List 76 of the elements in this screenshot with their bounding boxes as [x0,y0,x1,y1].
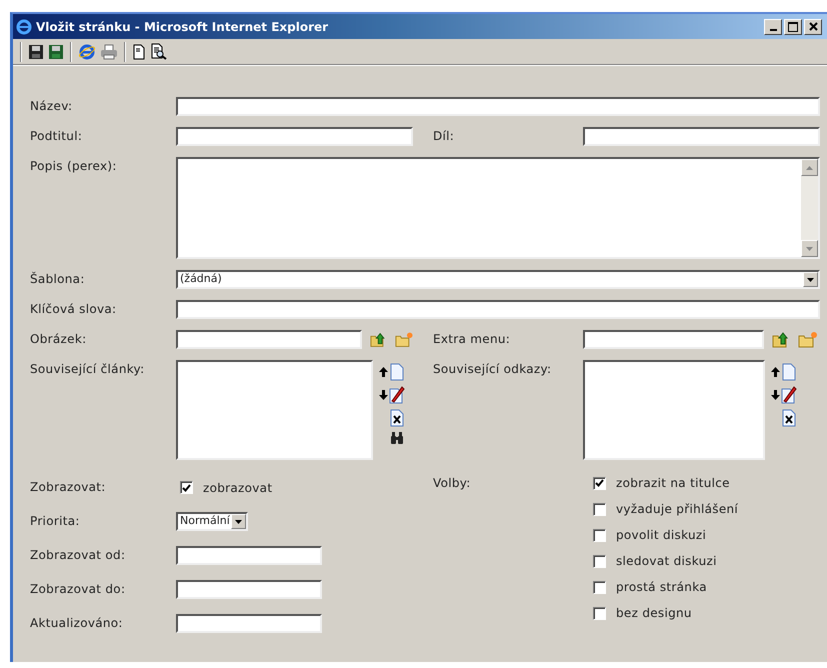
printer-icon[interactable] [100,44,118,60]
checkbox-label: zobrazovat [203,480,272,496]
checkbox[interactable] [593,476,606,490]
field-label: Aktualizováno: [30,615,124,632]
browser-logo-icon [16,18,32,34]
field-label: Volby: [433,475,472,492]
list-box[interactable] [176,360,373,460]
page-icon[interactable] [132,44,146,60]
text-field[interactable] [176,97,820,116]
checkbox-label: bez designu [616,605,692,622]
binoculars-icon[interactable] [390,432,404,444]
text-field[interactable] [176,546,322,565]
down-triangle-icon [235,520,242,524]
field-label: Díl: [433,128,456,145]
minimize-icon [770,28,776,30]
text-field[interactable] [176,330,362,349]
folder-up-icon[interactable] [370,330,387,348]
field-label: Název: [30,98,74,115]
field-label: Šablona: [30,270,86,288]
up-arrow-icon[interactable] [378,367,388,377]
list-box[interactable] [583,360,765,460]
edit-page-icon[interactable] [389,386,405,404]
window-title: Vložit stránku - Microsoft Internet Explorer [36,18,328,36]
field-label: Obrázek: [30,331,88,348]
text-field[interactable] [176,300,820,319]
checkbox[interactable] [593,528,606,542]
delete-page-icon[interactable] [782,409,796,427]
up-triangle-icon [806,166,813,170]
folder-up-icon[interactable] [772,330,790,348]
text-field[interactable] [583,330,764,349]
checkbox-label: sledovat diskuzi [616,553,717,570]
print-preview-icon[interactable] [150,43,167,60]
text-field[interactable] [176,127,413,146]
edit-page-icon[interactable] [781,386,797,404]
close-button[interactable] [804,18,822,34]
checkbox[interactable] [593,580,606,594]
scroll-down-button[interactable] [801,240,818,257]
checkbox-label: prostá stránka [616,579,707,596]
checkbox[interactable] [593,502,606,516]
field-label: Klíčová slova: [30,301,118,318]
text-area[interactable] [176,157,820,259]
dropdown-field[interactable]: (žádná) [176,270,820,289]
checkbox-label: povolit diskuzi [616,527,706,544]
checkbox-label: vyžaduje přihlášení [616,501,738,518]
close-icon [808,22,818,31]
down-arrow-icon[interactable] [378,390,388,400]
dropdown-button[interactable] [231,514,246,529]
text-field[interactable] [176,614,322,633]
field-label: Související odkazy: [433,361,552,378]
delete-page-icon[interactable] [390,409,404,427]
field-label: Popis (perex): [30,158,118,175]
maximize-button[interactable] [784,18,802,34]
scrollbar[interactable] [801,159,818,257]
down-arrow-icon[interactable] [770,390,780,400]
down-triangle-icon [806,246,813,250]
up-arrow-icon[interactable] [770,367,780,377]
scroll-up-button[interactable] [801,159,818,176]
dropdown-button[interactable] [803,272,818,287]
field-label: Priorita: [30,513,81,530]
browser-logo-icon[interactable] [78,42,96,60]
field-label: Extra menu: [433,331,512,348]
dropdown-field[interactable]: Normální [176,512,248,531]
field-label: Zobrazovat: [30,479,107,496]
down-triangle-icon [807,278,814,282]
checkbox[interactable] [593,606,606,620]
field-label: Podtitul: [30,128,84,145]
checkbox[interactable] [180,481,193,494]
field-label: Související články: [30,361,146,378]
text-field[interactable] [583,127,820,146]
text-field[interactable] [176,580,322,599]
field-label: Zobrazovat od: [30,547,126,564]
minimize-button[interactable] [764,18,782,34]
checkbox[interactable] [593,554,606,568]
checkbox-label: zobrazit na titulce [616,475,730,492]
maximize-icon [788,22,798,32]
field-label: Zobrazovat do: [30,581,126,598]
